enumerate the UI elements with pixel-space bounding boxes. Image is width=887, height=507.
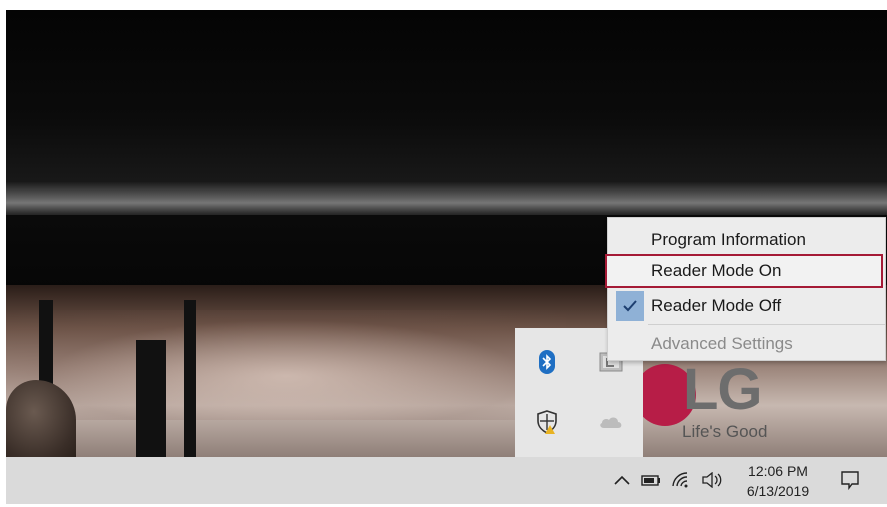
lg-logo-text: LG (683, 357, 763, 422)
battery-icon[interactable] (640, 470, 662, 490)
menu-item-reader-mode-on[interactable]: Reader Mode On (605, 254, 883, 288)
clock-time: 12:06 PM (748, 463, 808, 479)
menu-item-advanced-settings[interactable]: Advanced Settings (608, 328, 885, 360)
wallpaper-sky (6, 10, 887, 190)
taskbar: 12:06 PM 6/13/2019 (6, 457, 887, 504)
clock-date: 6/13/2019 (746, 483, 810, 499)
menu-item-label: Reader Mode Off (651, 296, 782, 315)
bluetooth-icon[interactable] (533, 348, 561, 376)
menu-item-reader-mode-off[interactable]: Reader Mode Off (608, 290, 885, 322)
volume-icon[interactable] (700, 470, 724, 490)
wallpaper-glow (6, 310, 566, 420)
action-center-icon[interactable] (838, 469, 862, 491)
menu-item-program-information[interactable]: Program Information (608, 224, 885, 256)
menu-separator (648, 324, 885, 325)
menu-item-label: Reader Mode On (651, 261, 782, 280)
checkmark-icon (616, 291, 644, 321)
wallpaper-post (184, 300, 196, 457)
windows-security-icon[interactable] (533, 408, 561, 436)
reader-mode-context-menu: Program Information Reader Mode On Reade… (605, 217, 886, 361)
lg-logo: LG Life's Good (634, 357, 800, 450)
show-hidden-icons-chevron-icon[interactable] (612, 470, 632, 490)
onedrive-icon[interactable] (597, 408, 625, 436)
menu-item-label: Advanced Settings (651, 334, 793, 353)
menu-item-label: Program Information (651, 230, 806, 249)
wifi-icon[interactable] (670, 470, 692, 490)
wallpaper-rock (6, 380, 76, 460)
lg-tagline: Life's Good (682, 422, 768, 441)
desktop-screen: LG Life's Good Program Information Reade… (6, 10, 887, 504)
taskbar-clock[interactable]: 12:06 PM 6/13/2019 (740, 461, 816, 501)
wallpaper-post (136, 340, 166, 457)
